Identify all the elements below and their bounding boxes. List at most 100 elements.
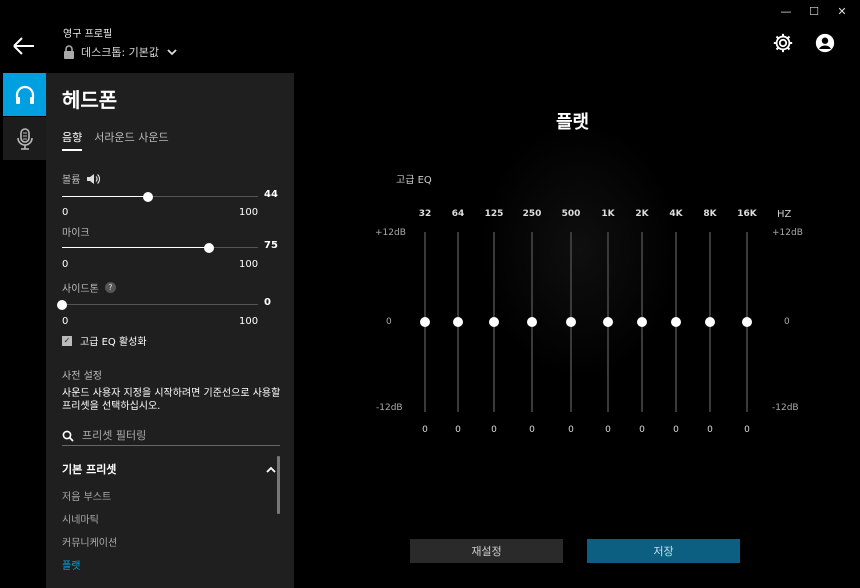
help-icon[interactable]: ? [104,282,116,293]
eq-band-knob[interactable] [742,317,752,327]
sound-tabs: 음향 서라운드 사운드 [62,129,169,151]
eq-band-knob[interactable] [527,317,537,327]
volume-slider[interactable] [62,191,258,203]
speaker-icon [87,173,101,184]
volume-max: 100 [239,207,259,218]
eq-freq-label: 4K [669,209,683,219]
eq-band-value: 0 [455,425,461,435]
default-presets-header[interactable]: 기본 프리셋 [62,461,276,477]
microphone-tab-button[interactable] [3,117,46,160]
mic-label-row: 마이크 [62,224,90,239]
mic-min: 0 [62,259,69,270]
mic-max: 100 [239,259,259,270]
db-bottom-left: -12dB [376,403,403,413]
profile-value: 데스크톱: 기본값 [81,46,160,59]
mic-slider-knob[interactable] [204,243,214,253]
eq-band-value: 0 [744,425,750,435]
eq-freq-label: 32 [418,209,432,219]
eq-band-knob[interactable] [603,317,613,327]
preset-item-selected[interactable]: 플랫 [62,557,80,572]
search-icon [62,430,74,442]
chevron-up-icon [266,466,276,473]
eq-band-value: 0 [673,425,679,435]
advanced-eq-checkbox[interactable]: ✓ 고급 EQ 활성화 [62,333,147,348]
panel-title: 헤드폰 [62,88,118,112]
preset-item[interactable]: 시네마틱 [62,511,99,526]
eq-band-knob[interactable] [453,317,463,327]
preset-section-title: 사전 설정 [62,371,102,382]
db-mid-left: 0 [386,317,392,327]
eq-band-knob[interactable] [566,317,576,327]
lock-icon [64,45,74,59]
sidetone-max: 100 [239,316,259,327]
sidetone-slider[interactable] [57,299,258,311]
mic-value: 75 [264,240,278,251]
eq-freq-label: 125 [484,209,504,219]
eq-band-value: 0 [707,425,713,435]
checkmark-icon: ✓ [62,335,72,346]
profile-title: 영구 프로필 [63,29,113,40]
chevron-down-icon [167,49,177,56]
mic-label: 마이크 [62,228,90,239]
settings-panel: 헤드폰 음향 서라운드 사운드 볼륨 44 0 100 마이크 75 0 100… [46,73,294,588]
sidetone-value: 0 [264,297,271,308]
eq-band-value: 0 [491,425,497,435]
db-bottom-right: -12dB [772,403,799,413]
eq-band-value: 0 [529,425,535,435]
preset-item[interactable]: 커뮤니케이션 [62,534,117,549]
eq-band-knob[interactable] [637,317,647,327]
hz-unit-label: HZ [777,209,792,220]
eq-freq-label: 1K [601,209,615,219]
tab-surround-sound[interactable]: 서라운드 사운드 [94,129,168,151]
volume-label: 볼륨 [62,175,81,186]
eq-band-value: 0 [422,425,428,435]
profile-dropdown[interactable]: 데스크톱: 기본값 [63,44,177,60]
preset-item[interactable]: 저음 부스트 [62,488,111,503]
microphone-icon [16,127,33,150]
sidetone-label-row: 사이드톤 ? [62,280,116,295]
volume-label-row: 볼륨 [62,171,101,186]
eq-freq-label: 250 [522,209,542,219]
eq-freq-label: 8K [703,209,717,219]
headset-background-image [480,120,680,380]
eq-band-knob[interactable] [671,317,681,327]
gear-icon[interactable] [772,32,794,54]
db-top-left: +12dB [375,228,406,238]
eq-band-knob[interactable] [420,317,430,327]
account-icon[interactable] [814,32,836,54]
tab-sound[interactable]: 음향 [62,129,83,151]
sidetone-min: 0 [62,316,69,327]
sidetone-label: 사이드톤 [62,284,99,295]
minimize-button[interactable]: — [780,6,792,18]
eq-band-value: 0 [639,425,645,435]
headphone-icon [15,85,34,104]
eq-freq-label: 500 [561,209,581,219]
db-top-right: +12dB [772,228,803,238]
headphone-tab-button[interactable] [3,73,46,116]
volume-value: 44 [264,189,278,200]
window-controls: — ☐ ✕ [780,6,848,18]
preset-scrollbar[interactable] [277,456,280,514]
close-button[interactable]: ✕ [836,6,848,18]
eq-band-knob[interactable] [705,317,715,327]
mic-slider[interactable] [62,242,258,254]
eq-band-knob[interactable] [489,317,499,327]
save-button[interactable]: 저장 [587,539,740,563]
advanced-eq-label: 고급 EQ 활성화 [80,337,147,348]
volume-slider-knob[interactable] [143,192,154,202]
preset-filter [62,426,280,446]
eq-freq-label: 2K [635,209,649,219]
reset-button[interactable]: 재설정 [410,539,563,563]
eq-band-value: 0 [568,425,574,435]
eq-preset-title: 플랫 [556,112,590,133]
eq-freq-label: 16K [737,209,757,219]
preset-filter-input[interactable] [82,429,262,442]
default-presets-title: 기본 프리셋 [62,463,117,476]
back-arrow-icon[interactable] [12,36,36,56]
db-mid-right: 0 [784,317,790,327]
eq-band-value: 0 [605,425,611,435]
eq-label: 고급 EQ [396,175,432,186]
sidetone-slider-knob[interactable] [57,300,67,310]
volume-min: 0 [62,207,69,218]
maximize-button[interactable]: ☐ [808,6,820,18]
